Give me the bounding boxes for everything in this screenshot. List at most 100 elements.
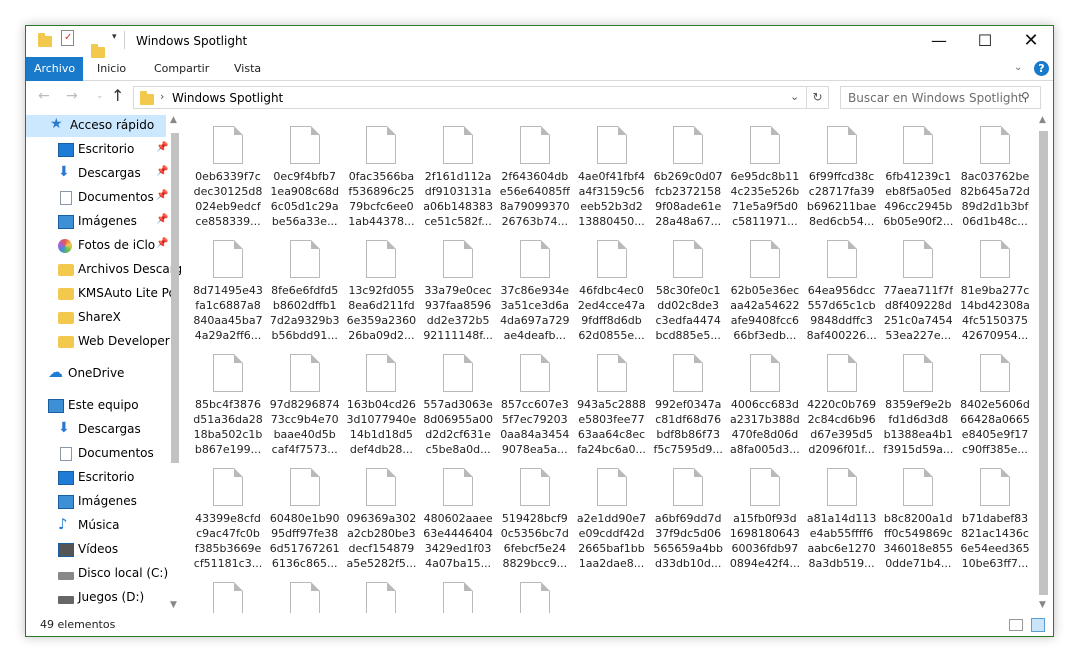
file-item[interactable]: 6fb41239c1 eb8f5a05ed 496cc2945b 6b05e90… bbox=[883, 115, 953, 229]
file-item[interactable]: 480602aaee 63e4446404 3429ed1f03 4a07ba1… bbox=[423, 457, 493, 571]
nav-item[interactable]: KMSAuto Lite Po bbox=[58, 283, 181, 305]
customize-quick-access-icon[interactable]: ▾ bbox=[112, 32, 117, 42]
properties-icon[interactable]: ✓ bbox=[61, 30, 74, 46]
tab-compartir[interactable]: Compartir bbox=[145, 57, 218, 81]
file-item[interactable] bbox=[500, 571, 570, 613]
nav-item[interactable]: ☁ OneDrive bbox=[48, 363, 181, 385]
nav-item[interactable]: Imágenes 📌 bbox=[58, 211, 181, 233]
chevron-right-icon[interactable]: › bbox=[160, 90, 164, 103]
nav-item[interactable]: ⬇ Descargas 📌 bbox=[58, 163, 181, 185]
nav-item[interactable]: Fotos de iClo 📌 bbox=[58, 235, 181, 257]
file-item[interactable]: a2e1dd90e7 e09cddf42d 2665baf1bb 1aa2dae… bbox=[577, 457, 647, 571]
file-item[interactable]: 4006cc683d a2317b388d 470fe8d06d a8fa005… bbox=[730, 343, 800, 457]
file-item[interactable]: 13c92fd055 8ea6d211fd 6e359a2360 26ba09d… bbox=[346, 229, 416, 343]
file-item[interactable]: 2f161d112a df9103131a a06b148383 ce51c58… bbox=[423, 115, 493, 229]
file-item[interactable] bbox=[270, 571, 340, 613]
file-item[interactable]: 8ac03762be 82b645a72d 89d2d1b3bf 06d1b48… bbox=[960, 115, 1030, 229]
file-item[interactable]: 163b04cd26 3d1077940e 14b1d18d5 def4db28… bbox=[346, 343, 416, 457]
search-placeholder[interactable]: Buscar en Windows Spotlight bbox=[848, 91, 1023, 105]
scroll-up-icon[interactable]: ▲ bbox=[1039, 115, 1046, 125]
recent-locations-icon[interactable]: ⌄ bbox=[96, 91, 104, 101]
file-item[interactable]: 857cc607e3 5f7ec79203 0aa84a3454 9078ea5… bbox=[500, 343, 570, 457]
file-item[interactable]: 6e95dc8b11 4c235e526b 71e5a9f5d0 c581197… bbox=[730, 115, 800, 229]
file-item[interactable]: a6bf69dd7d 37f9dc5d06 565659a4bb d33db10… bbox=[653, 457, 723, 571]
file-item[interactable]: 62b05e36ec aa42a54622 afe9408fcc6 66bf3e… bbox=[730, 229, 800, 343]
nav-item[interactable]: Documentos 📌 bbox=[58, 187, 181, 209]
nav-item[interactable]: Archivos Descarg bbox=[58, 259, 181, 281]
help-icon[interactable]: ? bbox=[1034, 61, 1049, 76]
close-button[interactable]: ✕ bbox=[1008, 26, 1053, 57]
file-item[interactable]: 0eb6339f7c dec30125d8 024eb9edcf ce85833… bbox=[193, 115, 263, 229]
up-arrow-icon[interactable]: ↑ bbox=[111, 86, 124, 105]
address-path[interactable]: Windows Spotlight bbox=[172, 91, 283, 105]
tab-inicio[interactable]: Inicio bbox=[88, 57, 135, 81]
file-item[interactable]: 43399e8cfd c9ac47fc0b f385b3669e cf51181… bbox=[193, 457, 263, 571]
content-scrollbar[interactable]: ▲ ▼ bbox=[1035, 115, 1051, 613]
file-item[interactable]: b71dabef83 821ac1436c 6e54eed365 10be63f… bbox=[960, 457, 1030, 571]
file-item[interactable]: 0fac3566ba f536896c25 79bcfc6ee0 1ab4437… bbox=[346, 115, 416, 229]
file-item[interactable]: 37c86e934e 3a51ce3d6a 4da697a729 ae4deaf… bbox=[500, 229, 570, 343]
file-item[interactable]: 8fe6e6fdfd5 b8602dffb1 7d2a9329b3 b56bdd… bbox=[270, 229, 340, 343]
search-box[interactable]: Buscar en Windows Spotlight ⚲ bbox=[840, 86, 1041, 109]
file-item[interactable]: 0ec9f4bfb7 1ea908c68d 6c05d1c29a be56a33… bbox=[270, 115, 340, 229]
search-icon[interactable]: ⚲ bbox=[1021, 90, 1030, 104]
file-item[interactable]: 85bc4f3876 d51a36da28 18ba502c1b b867e19… bbox=[193, 343, 263, 457]
file-item[interactable]: 2f643604db e56e64085ff 8a79099370 26763b… bbox=[500, 115, 570, 229]
file-item[interactable]: 557ad3063e 8d06955a00 d2d2cf631e c5be8a0… bbox=[423, 343, 493, 457]
file-item[interactable]: 58c30fe0c1 dd02c8de3 c3edfa4474 bcd885e5… bbox=[653, 229, 723, 343]
tab-archivo[interactable]: Archivo bbox=[26, 57, 83, 81]
nav-item[interactable]: Vídeos bbox=[58, 539, 181, 561]
nav-item[interactable]: ♪ Música bbox=[58, 515, 181, 537]
file-item[interactable]: 4ae0f41fbf4 a4f3159c56 eeb52b3d2 1388045… bbox=[577, 115, 647, 229]
scroll-down-icon[interactable]: ▼ bbox=[1039, 600, 1046, 610]
refresh-button[interactable]: ↻ bbox=[807, 86, 829, 109]
scroll-up-icon[interactable]: ▲ bbox=[170, 115, 177, 125]
file-item[interactable]: 992ef0347a c81df68d76 bdf8b86f73 f5c7595… bbox=[653, 343, 723, 457]
file-item[interactable]: 8359ef9e2b fd1d6d3d8 b1388ea4b1 f3915d59… bbox=[883, 343, 953, 457]
file-item[interactable]: 64ea956dcc 557d65c1cb 9848ddffc3 8af4002… bbox=[807, 229, 877, 343]
file-item[interactable]: a15fb0f93d 1698180643 60036fdb97 0894e42… bbox=[730, 457, 800, 571]
file-item[interactable]: 77aea711f7f d8f409228d 251c0a7454 53ea22… bbox=[883, 229, 953, 343]
address-bar[interactable]: › Windows Spotlight ⌄ bbox=[133, 86, 807, 109]
file-item[interactable]: 4220c0b769 2c84cd6b96 d67e395d5 d2096f01… bbox=[807, 343, 877, 457]
maximize-button[interactable]: ☐ bbox=[962, 26, 1008, 57]
nav-scrollbar[interactable]: ▲ ▼ bbox=[167, 115, 182, 613]
nav-item[interactable]: ⬇ Descargas bbox=[58, 419, 181, 441]
file-item[interactable]: 096369a302 a2cb280be3 decf154879 a5e5282… bbox=[346, 457, 416, 571]
tab-vista[interactable]: Vista bbox=[225, 57, 270, 81]
file-item[interactable]: b8c8200a1d ff0c549869c 346018e855 0dde71… bbox=[883, 457, 953, 571]
expand-ribbon-icon[interactable]: ⌄ bbox=[1014, 62, 1022, 73]
nav-item[interactable]: Este equipo bbox=[48, 395, 181, 417]
file-item[interactable] bbox=[346, 571, 416, 613]
file-item[interactable]: 943a5c2888 e5803fee77 63aa64c8ec fa24bc6… bbox=[577, 343, 647, 457]
address-dropdown-icon[interactable]: ⌄ bbox=[790, 90, 799, 103]
file-item[interactable]: 81e9ba277c 14bd42308a 4fc5150375 4267095… bbox=[960, 229, 1030, 343]
nav-item[interactable]: ★ Acceso rápido bbox=[26, 115, 166, 137]
nav-item[interactable]: Escritorio 📌 bbox=[58, 139, 181, 161]
file-item[interactable]: 6b269c0d07 fcb2372158 9f08ade61e 28a48a6… bbox=[653, 115, 723, 229]
large-icons-view-icon[interactable] bbox=[1031, 618, 1045, 632]
content-scroll-thumb[interactable] bbox=[1039, 131, 1048, 595]
nav-item[interactable]: Web Developer I bbox=[58, 331, 181, 353]
nav-item[interactable]: Imágenes bbox=[58, 491, 181, 513]
nav-item[interactable]: Documentos bbox=[58, 443, 181, 465]
minimize-button[interactable]: — bbox=[916, 26, 962, 57]
file-item[interactable]: 8402e5606d 66428a0665 e8405e9f17 c90ff38… bbox=[960, 343, 1030, 457]
file-item[interactable] bbox=[193, 571, 263, 613]
file-item[interactable]: 60480e1b90 95dff97fe38 6d51767261 6136c8… bbox=[270, 457, 340, 571]
details-view-icon[interactable] bbox=[1009, 619, 1023, 631]
forward-arrow-icon[interactable]: → bbox=[66, 88, 78, 104]
file-item[interactable]: a81a14d113 e4ab55ffff6 aabc6e1270 8a3db5… bbox=[807, 457, 877, 571]
file-item[interactable]: 519428bcf9 0c5356bc7d 6febcf5e24 8829bcc… bbox=[500, 457, 570, 571]
scroll-down-icon[interactable]: ▼ bbox=[170, 600, 177, 610]
file-item[interactable]: 97d8296874 73cc9b4e70 baae40d5b caf4f757… bbox=[270, 343, 340, 457]
nav-item[interactable]: Escritorio bbox=[58, 467, 181, 489]
file-item[interactable]: 46fdbc4ec0 2ed4cce47a 9fdff8d6db 62d0855… bbox=[577, 229, 647, 343]
nav-item[interactable]: ShareX bbox=[58, 307, 181, 329]
nav-item[interactable]: Juegos (D:) bbox=[58, 587, 181, 609]
back-arrow-icon[interactable]: ← bbox=[38, 88, 50, 104]
file-item[interactable]: 33a79e0cec 937faa8596 dd2e372b5 92111148… bbox=[423, 229, 493, 343]
file-item[interactable]: 8d71495e43 fa1c6887a8 840aa45ba7 4a29a2f… bbox=[193, 229, 263, 343]
nav-item[interactable]: Disco local (C:) bbox=[58, 563, 181, 585]
nav-scroll-thumb[interactable] bbox=[171, 133, 179, 463]
